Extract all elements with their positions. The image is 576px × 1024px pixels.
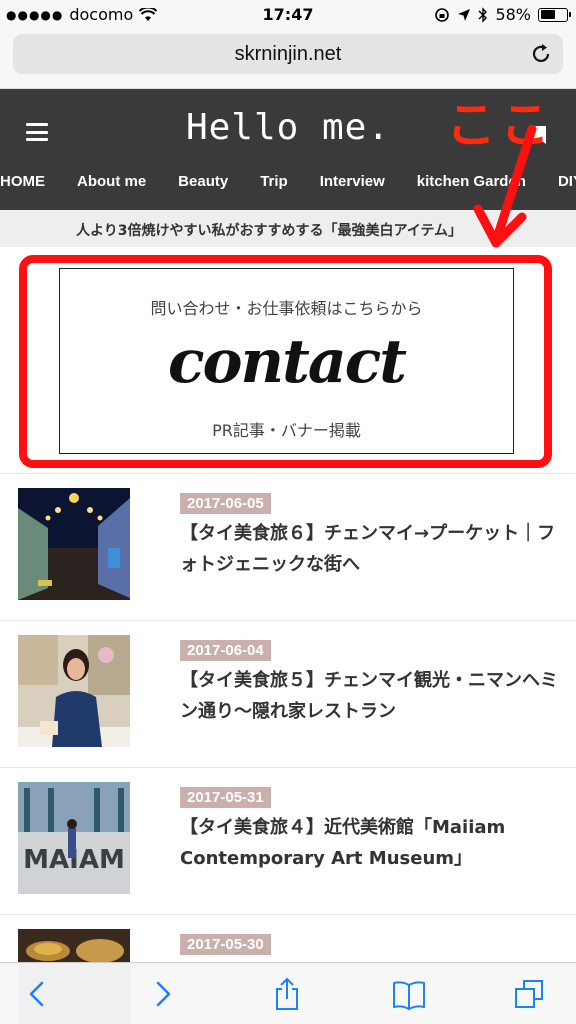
bluetooth-icon: [478, 6, 488, 23]
browser-address-area: skrninjin.net: [0, 30, 576, 89]
nav-home[interactable]: HOME: [0, 173, 61, 190]
status-bar: ●●●●● docomo 17:47 58%: [0, 0, 576, 30]
post-thumbnail[interactable]: [18, 488, 130, 600]
bookmarks-icon[interactable]: [392, 977, 426, 1011]
back-icon[interactable]: [20, 977, 54, 1011]
rotation-lock-icon: [435, 7, 450, 22]
post-thumbnail[interactable]: MAIAM: [18, 782, 130, 894]
post-item[interactable]: 2017-06-05 【タイ美食旅６】チェンマイ→プーケット｜フォトジェニックな…: [0, 473, 576, 620]
nav-trip[interactable]: Trip: [244, 173, 304, 190]
post-item[interactable]: 2017-06-04 【タイ美食旅５】チェンマイ観光・ニマンヘミン通り〜隠れ家レ…: [0, 620, 576, 767]
post-thumbnail[interactable]: [18, 635, 130, 747]
battery-percent: 58%: [495, 5, 531, 24]
contact-banner-bottom-text: PR記事・バナー掲載: [212, 421, 361, 440]
battery-icon: [538, 7, 571, 22]
post-title[interactable]: 【タイ美食旅４】近代美術館「Maiiam Contemporary Art Mu…: [180, 812, 560, 874]
contact-banner-area: 問い合わせ・お仕事依頼はこちらから contact PR記事・バナー掲載: [0, 249, 576, 473]
browser-toolbar: [0, 962, 576, 1024]
nav-interview[interactable]: Interview: [304, 173, 401, 190]
share-icon[interactable]: [270, 977, 304, 1011]
post-title[interactable]: 【タイ美食旅６】チェンマイ→プーケット｜フォトジェニックな街へ: [180, 518, 560, 580]
post-title[interactable]: 【タイ美食旅５】チェンマイ観光・ニマンヘミン通り〜隠れ家レストラン: [180, 665, 560, 727]
contact-banner-top-text: 問い合わせ・お仕事依頼はこちらから: [150, 299, 423, 318]
contact-banner-script: contact: [167, 327, 407, 397]
forward-icon[interactable]: [146, 977, 180, 1011]
status-right-group: 58%: [434, 5, 571, 24]
nav-about-me[interactable]: About me: [61, 173, 162, 190]
url-text[interactable]: skrninjin.net: [13, 43, 563, 66]
location-icon: [458, 8, 471, 21]
nav-beauty[interactable]: Beauty: [162, 173, 244, 190]
tabs-icon[interactable]: [512, 977, 546, 1011]
post-date: 2017-06-04: [180, 640, 271, 661]
post-item[interactable]: MAIAM 2017-05-31 【タイ美食旅４】近代美術館「Maiiam Co…: [0, 767, 576, 914]
post-date: 2017-05-31: [180, 787, 271, 808]
post-date: 2017-06-05: [180, 493, 271, 514]
post-date: 2017-05-30: [180, 934, 271, 955]
post-list: 2017-06-05 【タイ美食旅６】チェンマイ→プーケット｜フォトジェニックな…: [0, 473, 576, 1024]
contact-banner[interactable]: 問い合わせ・お仕事依頼はこちらから contact PR記事・バナー掲載: [59, 268, 514, 454]
reload-icon[interactable]: [529, 42, 553, 66]
notice-text[interactable]: 人より3倍焼けやすい私がおすすめする「最強美白アイテム」: [76, 220, 462, 240]
address-bar[interactable]: skrninjin.net: [13, 34, 563, 74]
annotation-arrow-icon: [473, 125, 537, 248]
